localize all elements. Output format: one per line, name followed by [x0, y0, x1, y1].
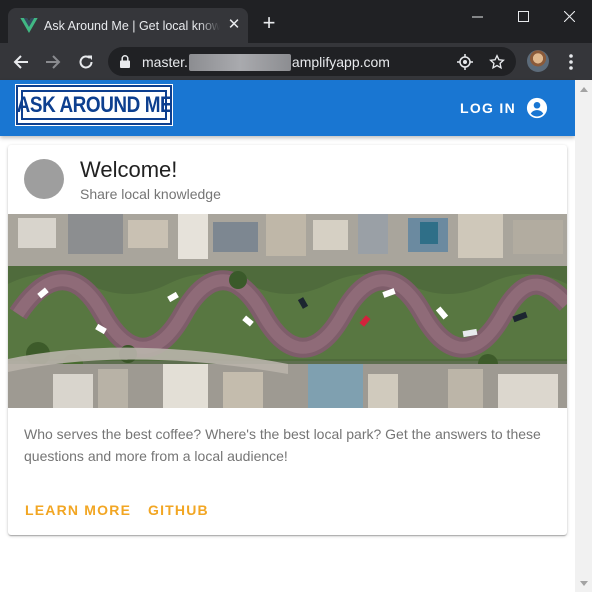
- hero-image-lombard-street: [8, 214, 567, 408]
- login-button[interactable]: LOG IN: [448, 90, 548, 126]
- card-subtitle: Share local knowledge: [80, 186, 221, 202]
- browser-tab[interactable]: Ask Around Me | Get local knowledge ✕: [8, 8, 248, 43]
- lock-icon: [120, 55, 130, 68]
- scroll-down-arrow-icon[interactable]: [575, 576, 592, 590]
- account-circle-icon: [526, 97, 548, 119]
- forward-arrow-icon[interactable]: [42, 51, 64, 73]
- welcome-card: Welcome! Share local knowledge Who serve…: [8, 145, 567, 535]
- logo-text: ASK AROUND ME: [16, 92, 172, 117]
- minimize-icon[interactable]: [454, 0, 500, 32]
- profile-avatar[interactable]: [527, 50, 549, 72]
- close-window-icon[interactable]: [546, 0, 592, 32]
- star-bookmark-icon[interactable]: [488, 53, 506, 71]
- more-menu-icon[interactable]: [562, 52, 580, 72]
- reload-icon[interactable]: [75, 51, 97, 73]
- url-redacted-segment: [188, 54, 291, 71]
- app-bar: ASK AROUND ME LOG IN: [0, 80, 575, 136]
- browser-toolbar: master. amplifyapp.com: [0, 43, 592, 80]
- location-target-icon[interactable]: [456, 53, 474, 71]
- scrollbar[interactable]: [575, 80, 592, 592]
- url-text: master. amplifyapp.com: [142, 53, 390, 71]
- card-title: Welcome!: [80, 157, 178, 182]
- address-bar[interactable]: master. amplifyapp.com: [108, 47, 516, 76]
- avatar: [24, 159, 64, 199]
- learn-more-button[interactable]: LEARN MORE: [25, 501, 131, 519]
- new-tab-icon[interactable]: +: [258, 12, 280, 35]
- tab-title: Ask Around Me | Get local knowledge: [44, 18, 220, 36]
- scroll-up-arrow-icon[interactable]: [575, 82, 592, 96]
- card-description: Who serves the best coffee? Where's the …: [24, 426, 541, 464]
- close-tab-icon[interactable]: ✕: [226, 17, 242, 33]
- maximize-icon[interactable]: [500, 0, 546, 32]
- url-suffix: amplifyapp.com: [291, 54, 390, 70]
- login-label: LOG IN: [459, 100, 516, 116]
- vue-logo-icon: [20, 18, 38, 33]
- app-logo[interactable]: ASK AROUND ME: [15, 84, 173, 126]
- github-button[interactable]: GITHUB: [148, 501, 209, 519]
- url-prefix: master.: [142, 54, 188, 70]
- browser-titlebar: Ask Around Me | Get local knowledge ✕ +: [0, 0, 592, 43]
- back-arrow-icon[interactable]: [10, 51, 32, 73]
